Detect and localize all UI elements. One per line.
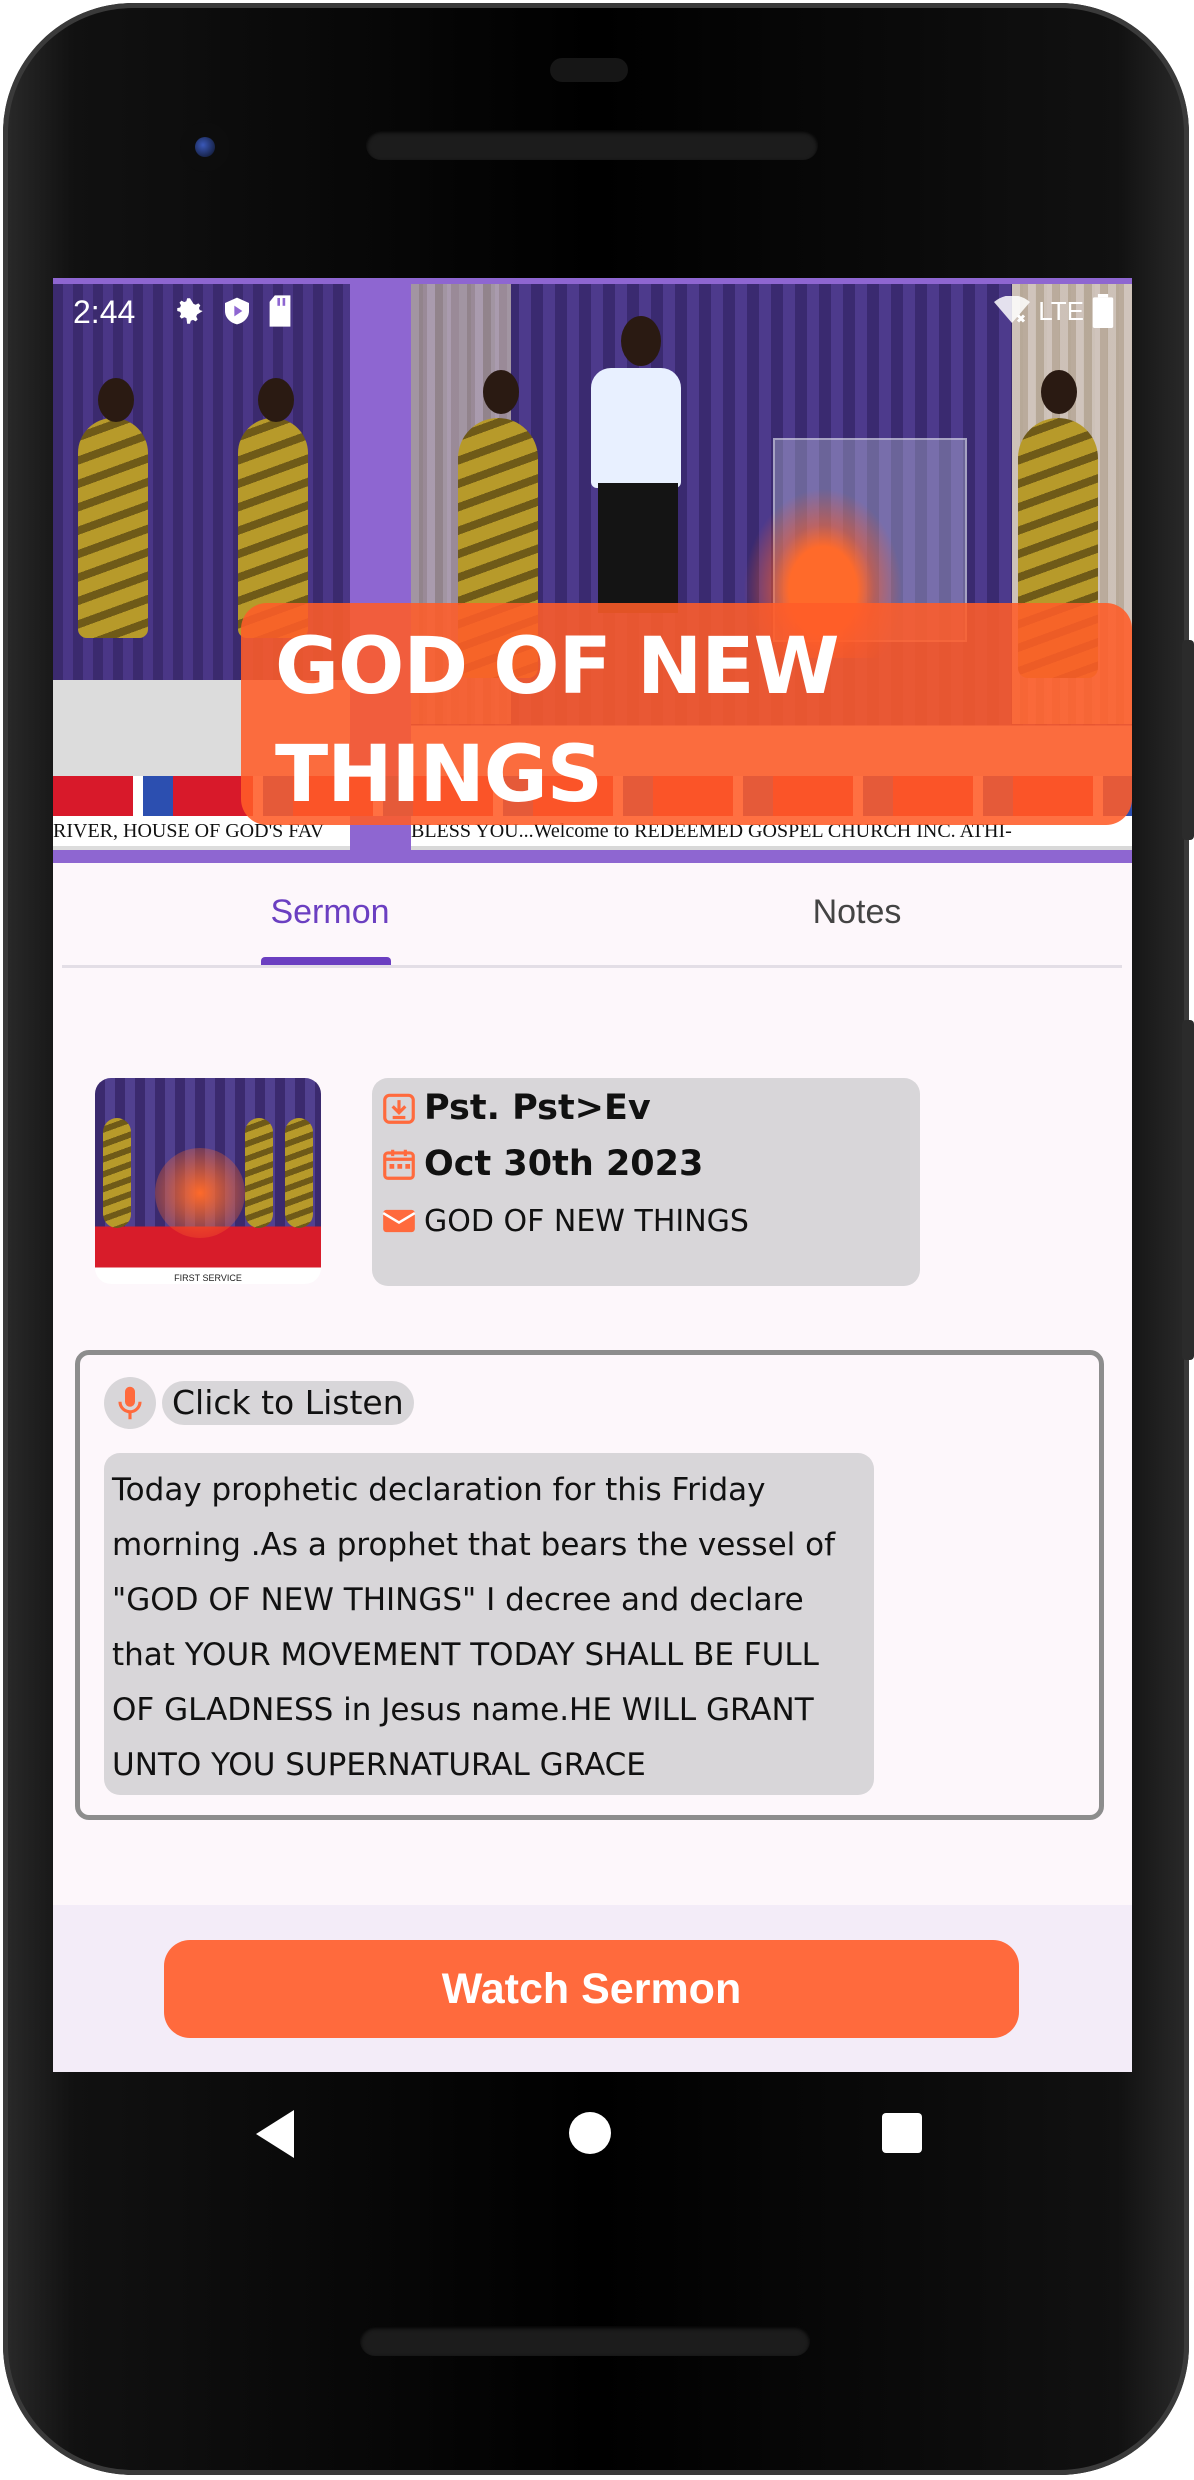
sermon-date: Oct 30th 2023 xyxy=(424,1144,704,1184)
date-row: Oct 30th 2023 xyxy=(380,1144,703,1184)
flower-arrangement xyxy=(155,1148,245,1238)
sermon-thumbnail: FIRST SERVICE xyxy=(95,1078,321,1284)
earpiece-speaker xyxy=(366,130,818,160)
calendar-icon xyxy=(383,1149,415,1180)
singer-figure xyxy=(78,418,148,638)
front-camera xyxy=(180,122,230,172)
status-bar: 2:44 LTE xyxy=(53,284,1132,334)
sermon-info-card: Pst. Pst>Ev Oct 30th 2023 GOD OF NEW THI… xyxy=(372,1078,920,1286)
watch-sermon-button[interactable]: Watch Sermon xyxy=(164,1940,1019,2038)
sermon-description: Today prophetic declaration for this Fri… xyxy=(104,1453,874,1795)
status-right: LTE xyxy=(994,294,1114,328)
singer-head xyxy=(1041,370,1077,414)
singer-figure xyxy=(245,1118,273,1228)
singer-figure xyxy=(103,1118,131,1228)
wifi-off-icon xyxy=(994,296,1031,323)
listen-label[interactable]: Click to Listen xyxy=(162,1381,414,1425)
listen-card: Click to Listen Today prophetic declarat… xyxy=(75,1350,1104,1820)
click-to-listen-button[interactable]: Click to Listen xyxy=(104,1377,414,1429)
top-sensor xyxy=(550,58,628,82)
settings-icon xyxy=(177,298,203,324)
tab-notes[interactable]: Notes xyxy=(792,863,922,962)
microphone-icon xyxy=(118,1386,142,1420)
preacher-figure xyxy=(591,368,681,488)
sermon-hero-image: RIVER, HOUSE OF GOD'S FAV BLESS YOU...We… xyxy=(53,278,1132,863)
title-row: GOD OF NEW THINGS xyxy=(380,1202,749,1240)
power-button xyxy=(1182,1020,1194,1360)
sd-card-icon xyxy=(269,295,291,327)
play-protect-icon xyxy=(225,297,249,325)
active-tab-indicator xyxy=(261,957,391,965)
network-type-label: LTE xyxy=(1038,295,1084,326)
thumbnail-caption: FIRST SERVICE xyxy=(174,1273,242,1283)
singer-head xyxy=(258,378,294,422)
tab-sermon[interactable]: Sermon xyxy=(262,863,398,962)
download-box-icon xyxy=(383,1093,415,1124)
battery-icon xyxy=(1092,294,1114,328)
preacher-figure xyxy=(598,483,678,613)
recents-icon[interactable] xyxy=(882,2113,922,2153)
sermon-title-overlay: GOD OF NEW THINGS xyxy=(275,622,840,820)
home-icon[interactable] xyxy=(569,2112,611,2154)
sermon-title: GOD OF NEW THINGS xyxy=(424,1203,749,1239)
author-row: Pst. Pst>Ev xyxy=(380,1088,651,1128)
email-icon xyxy=(382,1209,416,1233)
system-nav-bar xyxy=(53,2072,1132,2202)
singer-head xyxy=(483,370,519,414)
status-icons xyxy=(173,294,293,328)
bottom-speaker xyxy=(360,2326,810,2356)
singer-head xyxy=(98,378,134,422)
tab-bar: Sermon Notes xyxy=(62,863,1122,968)
volume-button xyxy=(1182,640,1194,840)
author-name: Pst. Pst>Ev xyxy=(424,1088,651,1128)
singer-figure xyxy=(285,1118,313,1228)
mic-button[interactable] xyxy=(104,1377,156,1429)
back-icon[interactable] xyxy=(256,2110,294,2158)
app-screen: RIVER, HOUSE OF GOD'S FAV BLESS YOU...We… xyxy=(53,278,1132,2072)
status-time: 2:44 xyxy=(73,294,136,330)
